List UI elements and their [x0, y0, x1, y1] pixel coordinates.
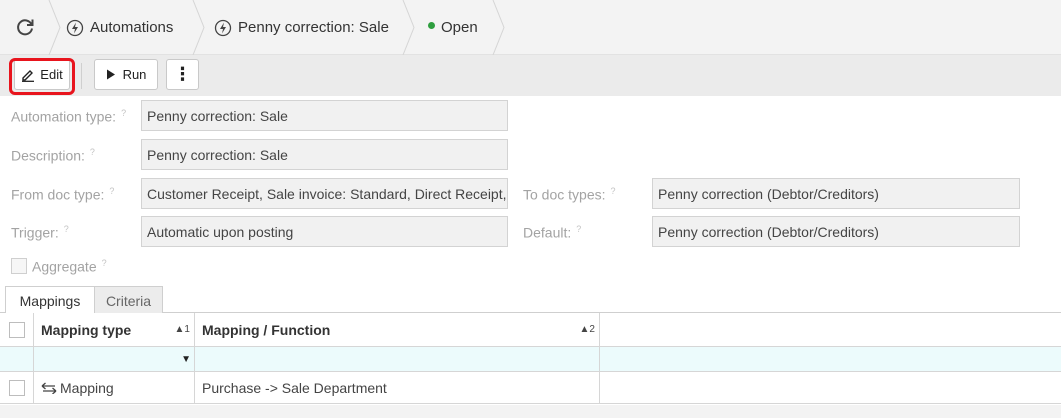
automation-type-field[interactable]: Penny correction: Sale	[141, 100, 508, 131]
more-options-icon: ⋮	[173, 64, 192, 84]
grid-footer	[0, 405, 1061, 418]
row-select-cell	[0, 372, 34, 403]
description-field[interactable]: Penny correction: Sale	[141, 139, 508, 170]
status-label: Open	[441, 19, 478, 36]
tab-criteria[interactable]: Criteria	[94, 286, 163, 314]
refresh-icon[interactable]	[14, 16, 36, 38]
from-doc-type-label: From doc type:?	[11, 186, 115, 203]
breadcrumb-separator	[192, 0, 206, 56]
breadcrumb-separator	[402, 0, 416, 56]
select-all-checkbox[interactable]	[9, 321, 25, 338]
aggregate-checkbox[interactable]	[11, 258, 27, 274]
sort-icon: ▲2	[579, 324, 595, 335]
edit-button[interactable]: Edit	[14, 59, 70, 90]
play-icon	[106, 69, 115, 80]
default-field[interactable]: Penny correction (Debtor/Creditors)	[652, 216, 1020, 247]
status-dot-icon	[428, 22, 435, 29]
help-icon[interactable]: ?	[121, 108, 126, 118]
breadcrumb-separator	[492, 0, 506, 56]
breadcrumb-automations[interactable]: Automations	[66, 0, 173, 55]
breadcrumb-penny-correction[interactable]: Penny correction: Sale	[214, 0, 389, 55]
to-doc-types-field[interactable]: Penny correction (Debtor/Creditors)	[652, 178, 1020, 209]
breadcrumb-status[interactable]: Open	[428, 0, 478, 55]
breadcrumb-bar: Automations Penny correction: Sale Open	[0, 0, 1061, 56]
pencil-icon	[22, 69, 35, 82]
filter-cell	[0, 347, 34, 371]
select-all-cell	[0, 313, 34, 346]
help-icon[interactable]: ?	[109, 186, 114, 196]
help-icon[interactable]: ?	[102, 258, 107, 268]
trigger-field[interactable]: Automatic upon posting	[141, 216, 508, 247]
sort-icon: ▲1	[174, 324, 190, 335]
help-icon[interactable]: ?	[611, 186, 616, 196]
help-icon[interactable]: ?	[90, 147, 95, 157]
automation-icon	[66, 19, 84, 36]
dropdown-arrow-icon[interactable]: ▼	[181, 354, 191, 365]
aggregate-label: Aggregate?	[32, 258, 107, 275]
help-icon[interactable]: ?	[576, 224, 581, 234]
mappings-grid: Mapping type ▲1 Mapping / Function ▲2 ▼ …	[0, 313, 1061, 418]
description-label: Description:?	[11, 147, 95, 164]
mapping-function-cell[interactable]: Purchase -> Sale Department	[195, 372, 600, 403]
default-label: Default:?	[523, 224, 582, 241]
column-header-mapping-type[interactable]: Mapping type ▲1	[34, 313, 195, 346]
run-label: Run	[122, 67, 147, 82]
tab-bar: Mappings Criteria	[0, 284, 1061, 314]
to-doc-types-label: To doc types:?	[523, 186, 616, 203]
run-button[interactable]: Run	[94, 59, 158, 90]
grid-filter-row: ▼	[0, 347, 1061, 372]
swap-arrows-icon	[41, 382, 57, 394]
automation-form: Automation type:? Penny correction: Sale…	[0, 96, 1061, 286]
help-icon[interactable]: ?	[64, 224, 69, 234]
toolbar-divider	[81, 63, 82, 89]
tab-mappings[interactable]: Mappings	[5, 286, 95, 314]
trigger-label: Trigger:?	[11, 224, 69, 241]
column-header-mapping-function[interactable]: Mapping / Function ▲2	[195, 313, 600, 346]
more-options-button[interactable]: ⋮	[166, 59, 199, 90]
filter-mapping-function[interactable]	[195, 347, 600, 371]
breadcrumb-label: Automations	[90, 19, 174, 36]
automation-type-label: Automation type:?	[11, 108, 127, 125]
filter-mapping-type[interactable]: ▼	[34, 347, 195, 371]
toolbar: Edit Run ⋮	[0, 55, 1061, 96]
from-doc-type-field[interactable]: Customer Receipt, Sale invoice: Standard…	[141, 178, 508, 209]
breadcrumb-label: Penny correction: Sale	[238, 19, 389, 36]
table-row[interactable]: Mapping Purchase -> Sale Department	[0, 372, 1061, 404]
automation-icon	[214, 19, 232, 36]
edit-label: Edit	[40, 67, 63, 82]
grid-header-row: Mapping type ▲1 Mapping / Function ▲2	[0, 313, 1061, 347]
mapping-type-cell[interactable]: Mapping	[34, 372, 195, 403]
breadcrumb-separator	[48, 0, 62, 56]
row-checkbox[interactable]	[9, 379, 25, 396]
